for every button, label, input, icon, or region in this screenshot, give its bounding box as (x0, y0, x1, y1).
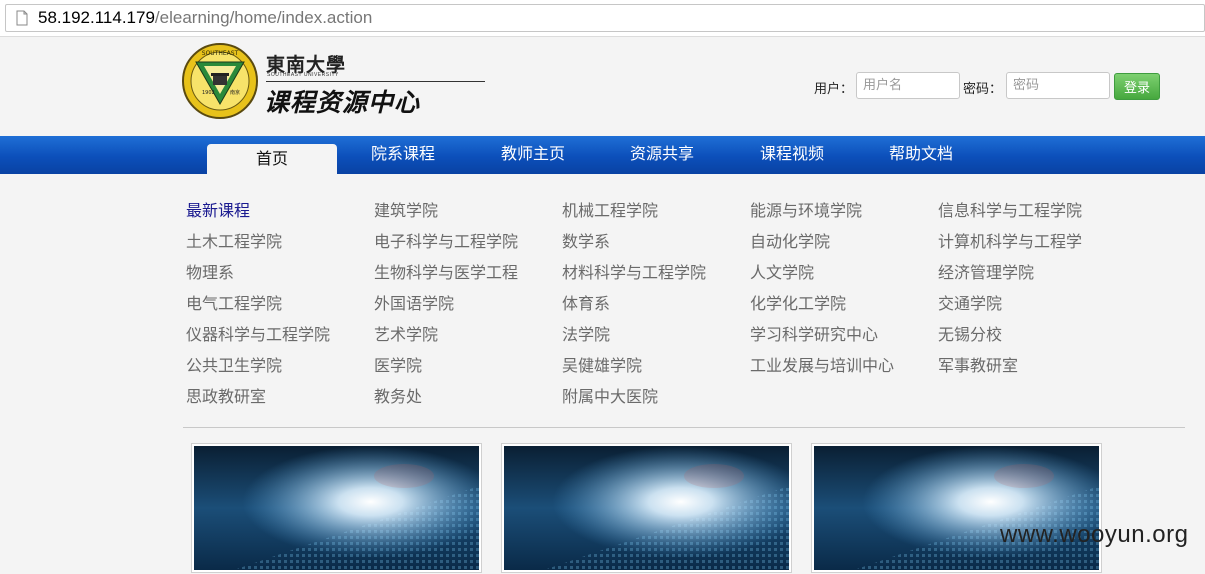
department-link[interactable]: 公共卫生学院 (186, 352, 282, 376)
course-thumbnail-image (194, 446, 479, 570)
department-link[interactable]: 学习科学研究中心 (750, 321, 878, 345)
department-link[interactable]: 电子科学与工程学院 (374, 228, 518, 252)
nav-teacher-home[interactable]: 教师主页 (483, 136, 583, 174)
svg-text:南京: 南京 (230, 89, 240, 96)
department-link[interactable]: 数学系 (562, 228, 610, 252)
department-link[interactable]: 电气工程学院 (186, 290, 282, 314)
nav-resource-sharing[interactable]: 资源共享 (612, 136, 712, 174)
course-thumbnail[interactable] (501, 443, 792, 573)
department-link[interactable]: 自动化学院 (750, 228, 830, 252)
department-link[interactable]: 无锡分校 (938, 321, 1002, 345)
department-link[interactable]: 体育系 (562, 290, 610, 314)
department-link[interactable]: 艺术学院 (374, 321, 438, 345)
department-link[interactable]: 计算机科学与工程学 (938, 228, 1082, 252)
department-link[interactable]: 仪器科学与工程学院 (186, 321, 330, 345)
department-link[interactable]: 交通学院 (938, 290, 1002, 314)
department-link[interactable]: 教务处 (374, 383, 422, 407)
department-link[interactable]: 化学化工学院 (750, 290, 846, 314)
browser-address-bar: 58.192.114.179/elearning/home/index.acti… (0, 0, 1205, 37)
department-link[interactable]: 物理系 (186, 259, 234, 283)
department-link[interactable]: 法学院 (562, 321, 610, 345)
latest-courses-link[interactable]: 最新课程 (186, 197, 250, 221)
password-label: 密码： (963, 82, 1003, 97)
department-link[interactable]: 信息科学与工程学院 (938, 197, 1082, 221)
department-link[interactable]: 生物科学与医学工程 (374, 259, 518, 283)
department-link[interactable]: 经济管理学院 (938, 259, 1034, 283)
department-link[interactable]: 机械工程学院 (562, 197, 658, 221)
course-thumbnail[interactable] (811, 443, 1102, 573)
course-thumbnail[interactable] (191, 443, 482, 573)
course-thumbnail-image (504, 446, 789, 570)
department-link[interactable]: 建筑学院 (374, 197, 438, 221)
logo-english-name: SOUTHEAST UNIVERSITY (267, 72, 339, 78)
university-seal-logo[interactable]: SOUTHEAST 1902 南京 (180, 42, 262, 120)
department-link[interactable]: 土木工程学院 (186, 228, 282, 252)
username-label: 用户： (814, 82, 854, 97)
department-link[interactable]: 医学院 (374, 352, 422, 376)
department-link[interactable]: 外国语学院 (374, 290, 454, 314)
url-host: 58.192.114.179 (38, 8, 155, 27)
password-input[interactable] (1006, 72, 1110, 99)
department-link[interactable]: 人文学院 (750, 259, 814, 283)
svg-text:SOUTHEAST: SOUTHEAST (202, 50, 239, 57)
section-divider (183, 427, 1185, 428)
url-field[interactable]: 58.192.114.179/elearning/home/index.acti… (5, 4, 1205, 32)
department-link[interactable]: 能源与环境学院 (750, 197, 862, 221)
department-link[interactable]: 附属中大医院 (562, 383, 658, 407)
main-nav: 首页 院系课程 教师主页 资源共享 课程视频 帮助文档 (0, 136, 1205, 174)
nav-course-video[interactable]: 课程视频 (742, 136, 842, 174)
department-link[interactable]: 军事教研室 (938, 352, 1018, 376)
login-button[interactable]: 登录 (1114, 73, 1160, 100)
url-path: /elearning/home/index.action (154, 8, 373, 27)
username-input[interactable] (856, 72, 960, 99)
department-link[interactable]: 工业发展与培训中心 (750, 352, 894, 376)
logo-underline (266, 81, 485, 82)
nav-department-courses[interactable]: 院系课程 (353, 136, 453, 174)
svg-text:1902: 1902 (202, 90, 215, 96)
department-link[interactable]: 思政教研室 (186, 383, 266, 407)
department-link[interactable]: 材料科学与工程学院 (562, 259, 706, 283)
url-text: 58.192.114.179/elearning/home/index.acti… (38, 8, 372, 28)
page-icon (16, 10, 28, 26)
nav-help-docs[interactable]: 帮助文档 (871, 136, 971, 174)
course-thumbnail-image (814, 446, 1099, 570)
site-title: 课程资源中心 (264, 88, 421, 117)
department-link[interactable]: 吴健雄学院 (562, 352, 642, 376)
watermark: www.wooyun.org (1000, 521, 1189, 548)
nav-home[interactable]: 首页 (207, 144, 337, 174)
